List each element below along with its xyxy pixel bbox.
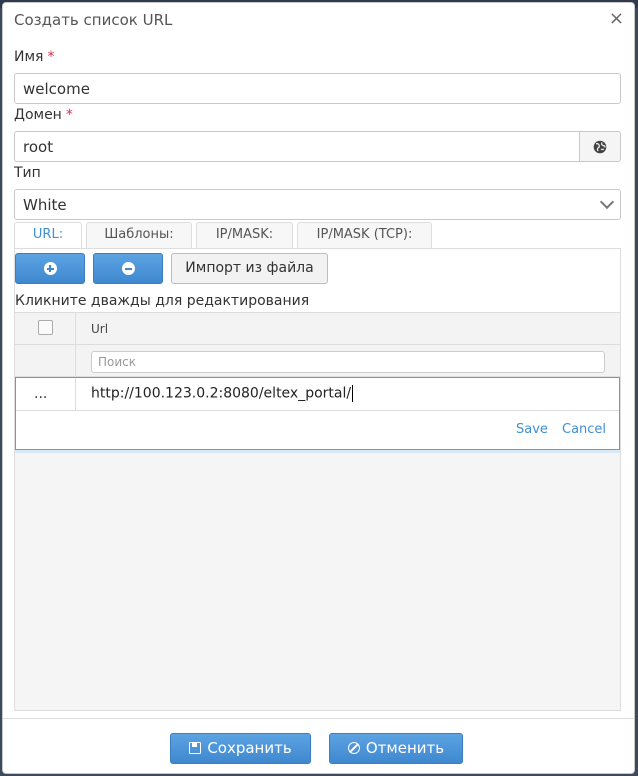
name-label: Имя *	[14, 49, 54, 65]
row-actions-dots[interactable]: ...	[34, 386, 47, 402]
url-edit-input[interactable]: http://100.123.0.2:8080/eltex_portal/	[91, 385, 354, 402]
remove-row-button[interactable]	[93, 253, 163, 284]
type-select-value: White	[23, 196, 67, 214]
type-select[interactable]: White	[14, 189, 621, 220]
edit-hint: Кликните дважды для редактирования	[15, 293, 310, 309]
cancel-button[interactable]: Отменить	[329, 733, 463, 764]
tab-ip-mask-tcp-label: IP/MASK (TCP):	[316, 227, 413, 242]
cell-divider	[75, 378, 76, 411]
dialog-header: Создать список URL ×	[3, 3, 634, 39]
globe-icon	[593, 140, 607, 153]
add-row-button[interactable]	[15, 253, 85, 284]
url-edit-value: http://100.123.0.2:8080/eltex_portal/	[91, 385, 352, 402]
grid-header: Url	[15, 312, 620, 345]
column-header-url[interactable]: Url	[91, 322, 108, 336]
editing-row: ... http://100.123.0.2:8080/eltex_portal…	[15, 377, 620, 450]
tab-ip-mask-tcp[interactable]: IP/MASK (TCP):	[297, 222, 432, 248]
row-save-link[interactable]: Save	[516, 422, 548, 437]
tab-templates[interactable]: Шаблоны:	[86, 222, 192, 248]
chevron-down-icon	[599, 194, 615, 210]
minus-circle-icon	[121, 262, 135, 275]
url-grid: Url Поиск ... http://100.123.0.2:8080/el…	[15, 312, 620, 710]
required-mark: *	[47, 49, 55, 65]
tab-ip-mask[interactable]: IP/MASK:	[196, 222, 293, 248]
name-label-text: Имя	[14, 49, 44, 65]
tab-url[interactable]: URL:	[14, 222, 82, 248]
type-label: Тип	[14, 165, 41, 181]
text-caret	[352, 385, 354, 402]
url-filter-input[interactable]: Поиск	[91, 351, 605, 373]
select-all-checkbox[interactable]	[38, 320, 53, 335]
save-button[interactable]: Сохранить	[170, 733, 311, 764]
name-input-value: welcome	[23, 80, 90, 98]
name-input[interactable]: welcome	[14, 73, 621, 104]
close-icon[interactable]: ×	[609, 9, 624, 29]
create-url-list-dialog: Создать список URL × Имя * welcome Домен *…	[2, 2, 635, 774]
save-button-label: Сохранить	[207, 739, 292, 757]
tab-templates-label: Шаблоны:	[104, 227, 174, 242]
domain-picker-button[interactable]	[579, 131, 621, 162]
type-label-text: Тип	[14, 165, 41, 181]
import-from-file-button[interactable]: Импорт из файла	[171, 253, 328, 284]
grid-filter-row: Поиск	[15, 345, 620, 377]
floppy-disk-icon	[189, 742, 202, 754]
plus-circle-icon	[43, 262, 57, 275]
domain-label: Домен *	[14, 107, 73, 123]
dialog-title: Создать список URL	[14, 11, 173, 29]
tab-ip-mask-label: IP/MASK:	[215, 227, 274, 242]
dialog-body: Имя * welcome Домен * root Тип White URL…	[3, 39, 634, 719]
ban-icon	[347, 742, 360, 754]
grid-empty-area	[15, 450, 620, 710]
editing-row-cells: ... http://100.123.0.2:8080/eltex_portal…	[16, 378, 619, 411]
domain-label-text: Домен	[14, 107, 62, 123]
required-mark: *	[65, 107, 73, 123]
url-tab-panel: Импорт из файла Кликните дважды для реда…	[14, 248, 621, 711]
domain-input-value: root	[23, 138, 54, 156]
cancel-button-label: Отменить	[365, 739, 445, 757]
tab-url-label: URL:	[32, 227, 64, 242]
domain-input[interactable]: root	[14, 131, 580, 162]
row-cancel-link[interactable]: Cancel	[562, 422, 606, 437]
